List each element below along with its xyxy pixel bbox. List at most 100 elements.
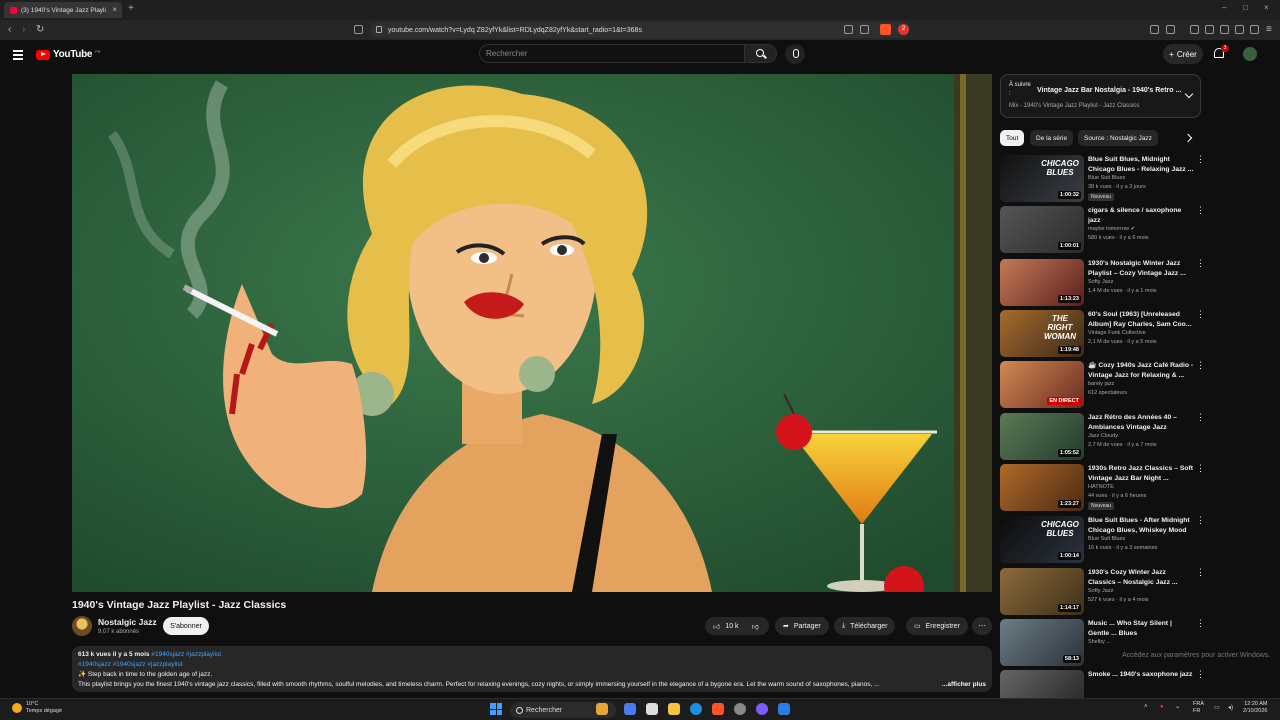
settings-gear-icon[interactable] [734, 703, 746, 715]
recommended-title[interactable]: 1930's Nostalgic Winter Jazz Playlist – … [1088, 259, 1194, 279]
close-window-icon[interactable]: × [1264, 3, 1269, 12]
recommended-channel[interactable]: Vintage Funk Collective [1088, 330, 1146, 336]
reader-icon[interactable] [1205, 25, 1214, 34]
notepad-icon[interactable] [778, 703, 790, 715]
download-button[interactable]: ⤓ Télécharger [834, 617, 896, 635]
search-button[interactable] [745, 44, 777, 63]
close-tab-icon[interactable]: × [112, 5, 117, 14]
forward-icon[interactable]: › [22, 24, 25, 35]
more-vertical-icon[interactable]: ⋮ [1196, 464, 1205, 473]
tray-usb-icon[interactable]: ⌁ [1176, 704, 1180, 711]
more-vertical-icon[interactable]: ⋮ [1196, 413, 1205, 422]
edge-icon[interactable] [690, 703, 702, 715]
extension-icon[interactable] [1166, 25, 1175, 34]
recommended-title[interactable]: 1930s Retro Jazz Classics – Soft Vintage… [1088, 464, 1194, 484]
share-button[interactable]: ➦ Partager [775, 617, 829, 635]
recommended-title[interactable]: 60's Soul (1963) [Unreleased Album] Ray … [1088, 310, 1194, 330]
reload-icon[interactable]: ↻ [36, 24, 44, 35]
vpn-icon[interactable] [1235, 25, 1244, 34]
recommended-video[interactable]: CHICAGO BLUES 1:00:14 Blue Suit Blues - Af… [1000, 516, 1205, 565]
more-vertical-icon[interactable]: ⋮ [1196, 259, 1205, 268]
more-vertical-icon[interactable]: ⋮ [1196, 361, 1205, 370]
youtube-logo[interactable]: YouTube FR [36, 49, 101, 60]
volume-icon[interactable]: ◂) [1228, 704, 1233, 711]
start-windows-icon[interactable] [490, 703, 502, 715]
recommended-channel[interactable]: maybe tomorrow ✔ [1088, 226, 1135, 232]
more-vertical-icon[interactable]: ⋮ [1196, 155, 1205, 164]
guide-menu-icon[interactable] [13, 50, 23, 62]
description-box[interactable]: 613 k vues il y a 5 mois #1940sjazz #jaz… [72, 646, 992, 692]
brave-icon[interactable] [712, 703, 724, 715]
language-indicator[interactable]: FRA FR [1193, 701, 1204, 715]
weather-widget[interactable]: 10°C Temps dégagé [12, 701, 62, 715]
recommended-video[interactable]: THE RIGHT WOMAN 1:19:48 60's Soul (1963) [… [1000, 310, 1205, 359]
brave-shield-icon[interactable] [880, 24, 891, 35]
recommended-channel[interactable]: Shelby ... [1088, 639, 1111, 645]
video-thumbnail[interactable]: CHICAGO BLUES 1:00:32 [1000, 155, 1084, 202]
bookmark-icon[interactable] [354, 25, 363, 34]
video-player[interactable] [72, 74, 992, 592]
voice-search-icon[interactable] [785, 44, 805, 64]
recommended-video[interactable]: EN DIRECT ☕ Cozy 1940s Jazz Café Radio - … [1000, 361, 1205, 410]
recommended-title[interactable]: cigars & silence / saxophone jazz [1088, 206, 1194, 226]
store-icon[interactable] [646, 703, 658, 715]
account-avatar[interactable] [1243, 47, 1257, 61]
recommended-channel[interactable]: Blue Suit Blues [1088, 175, 1125, 181]
video-thumbnail[interactable]: 1:13:23 [1000, 259, 1084, 306]
video-thumbnail[interactable] [1000, 670, 1084, 698]
video-thumbnail[interactable]: 58:13 [1000, 619, 1084, 666]
video-thumbnail[interactable]: CHICAGO BLUES 1:00:14 [1000, 516, 1084, 563]
share-icon[interactable] [860, 25, 869, 34]
recommended-video[interactable]: CHICAGO BLUES 1:00:32 Blue Suit Blues, Mid… [1000, 155, 1205, 204]
video-thumbnail[interactable]: EN DIRECT [1000, 361, 1084, 408]
copilot-icon[interactable] [624, 703, 636, 715]
recommended-title[interactable]: Music ... Who Stay Silent | Gentle ... B… [1088, 619, 1194, 639]
channel-name[interactable]: Nostalgic Jazz [98, 617, 157, 627]
new-tab-icon[interactable]: + [128, 3, 134, 14]
recommended-video[interactable]: 1:13:23 1930's Nostalgic Winter Jazz Play… [1000, 259, 1205, 308]
extension-icon[interactable] [1150, 25, 1159, 34]
recommended-video[interactable]: 1:14:17 1930's Cozy Winter Jazz Classics … [1000, 568, 1205, 617]
chip-all[interactable]: Tout [1000, 130, 1025, 146]
video-thumbnail[interactable]: 1:05:52 [1000, 413, 1084, 460]
messenger-icon[interactable] [756, 703, 768, 715]
file-explorer-icon[interactable] [668, 703, 680, 715]
dislike-icon[interactable]: 👎︎ [752, 622, 759, 631]
more-vertical-icon[interactable]: ⋮ [1196, 310, 1205, 319]
recommended-channel[interactable]: HATNOTE [1088, 484, 1114, 490]
site-info-icon[interactable] [376, 26, 382, 33]
create-button[interactable]: + Créer [1163, 44, 1203, 64]
brave-rewards-icon[interactable] [1250, 25, 1259, 34]
show-more-link[interactable]: ...afficher plus [938, 680, 986, 690]
network-icon[interactable]: ▭ [1214, 704, 1220, 711]
recommended-video[interactable]: 58:13 Music ... Who Stay Silent | Gentle … [1000, 619, 1205, 668]
maximize-icon[interactable]: □ [1243, 3, 1248, 12]
taskbar-clock[interactable]: 12:20 AM 2/10/2026 [1243, 701, 1267, 715]
recommended-title[interactable]: Jazz Rétro des Années 40 – Ambiances Vin… [1088, 413, 1194, 433]
tray-app-icon[interactable]: ● [1160, 704, 1164, 710]
chip-series[interactable]: De la série [1030, 130, 1074, 146]
recommended-title[interactable]: Blue Suit Blues, Midnight Chicago Blues … [1088, 155, 1194, 175]
like-icon[interactable]: 👍︎ [713, 622, 720, 631]
tray-chevron-up-icon[interactable]: ˄ [1144, 704, 1148, 710]
recommended-title[interactable]: Smoke ... 1940's saxophone jazz [1088, 670, 1194, 690]
wallet-icon[interactable] [1220, 25, 1229, 34]
rewards-badge[interactable]: 2 [898, 24, 909, 35]
sidebar-icon[interactable] [1190, 25, 1199, 34]
more-actions-button[interactable]: ⋯ [972, 617, 992, 635]
recommended-channel[interactable]: barely jazz [1088, 381, 1114, 387]
video-thumbnail[interactable]: 1:23:27 [1000, 464, 1084, 511]
recommended-title[interactable]: Blue Suit Blues - After Midnight Chicago… [1088, 516, 1194, 536]
channel-avatar[interactable] [72, 616, 92, 636]
recommended-video[interactable]: 1:23:27 1930s Retro Jazz Classics – Soft … [1000, 464, 1205, 513]
chip-source[interactable]: Source : Nostalgic Jazz [1078, 130, 1158, 146]
video-thumbnail[interactable]: THE RIGHT WOMAN 1:19:48 [1000, 310, 1084, 357]
menu-icon[interactable]: ≡ [1266, 24, 1272, 35]
video-thumbnail[interactable]: 1:00:01 [1000, 206, 1084, 253]
recommended-video[interactable]: 1:05:52 Jazz Rétro des Années 40 – Ambian… [1000, 413, 1205, 462]
chevron-down-icon[interactable] [1184, 89, 1194, 99]
search-input[interactable]: Rechercher [479, 44, 745, 63]
more-vertical-icon[interactable]: ⋮ [1196, 670, 1205, 679]
browser-tab[interactable]: (3) 1940's Vintage Jazz Playli × [4, 2, 122, 18]
save-button[interactable]: ▭ Enregistrer [906, 617, 968, 635]
